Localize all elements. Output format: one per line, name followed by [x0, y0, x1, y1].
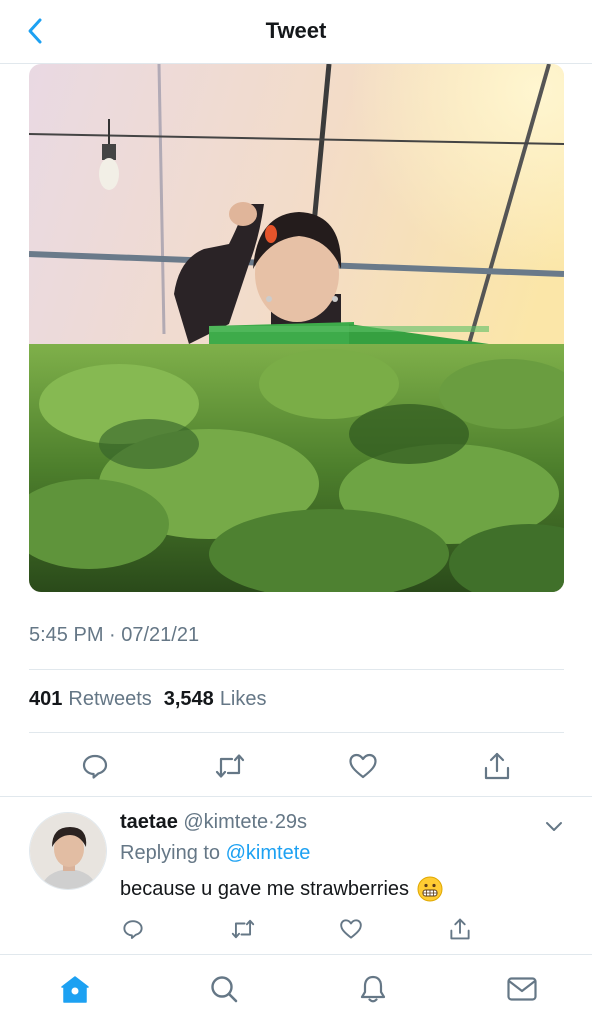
- heart-icon: [349, 753, 377, 779]
- page-title: Tweet: [265, 18, 327, 43]
- tweet-stats: 401 Retweets 3,548 Likes: [29, 688, 273, 711]
- retweets-label[interactable]: Retweets: [68, 688, 151, 711]
- reply-header: taetae @kimtete·29s: [120, 811, 307, 834]
- reply-text: because u gave me strawberries: [120, 877, 410, 900]
- reply-author-name[interactable]: taetae: [120, 811, 178, 833]
- reply-author-handle[interactable]: @kimtete: [183, 811, 268, 833]
- replying-to-mention[interactable]: @kimtete: [226, 842, 311, 864]
- mail-icon: [507, 977, 537, 1001]
- bell-icon: [360, 975, 386, 1003]
- divider: [29, 732, 564, 733]
- retweet-icon: [215, 754, 245, 778]
- retweet-icon: [231, 919, 255, 939]
- search-icon: [211, 976, 238, 1003]
- replying-to-line: Replying to @kimtete: [120, 842, 310, 865]
- reply-like-button[interactable]: [336, 914, 366, 944]
- speech-bubble-icon: [123, 920, 143, 939]
- retweet-button[interactable]: [210, 746, 250, 786]
- reply-reply-button[interactable]: [118, 914, 148, 944]
- tab-home[interactable]: [55, 969, 95, 1009]
- heart-icon: [340, 919, 362, 939]
- speech-bubble-icon: [82, 754, 108, 779]
- tweet-action-bar: [0, 746, 592, 786]
- divider: [29, 669, 564, 670]
- likes-label[interactable]: Likes: [220, 688, 267, 711]
- tab-search[interactable]: [204, 969, 244, 1009]
- reply-tweet[interactable]: taetae @kimtete·29s Replying to @kimtete…: [0, 796, 592, 954]
- likes-count[interactable]: 3,548: [164, 688, 214, 711]
- more-options-button[interactable]: [542, 814, 566, 838]
- top-nav-bar: Tweet: [0, 0, 592, 64]
- reply-action-bar: [0, 914, 592, 944]
- reply-separator: ·: [268, 811, 275, 833]
- tweet-timestamp: 5:45 PM · 07/21/21: [29, 624, 200, 646]
- tweet-media-image[interactable]: [29, 64, 564, 592]
- like-button[interactable]: [343, 746, 383, 786]
- reply-time: 29s: [274, 811, 308, 833]
- reply-button[interactable]: [75, 746, 115, 786]
- home-icon: [61, 976, 89, 1003]
- chevron-down-icon: [546, 822, 562, 831]
- share-icon: [484, 752, 510, 780]
- reply-body: because u gave me strawberries: [120, 876, 443, 902]
- tab-notifications[interactable]: [353, 969, 393, 1009]
- reply-retweet-button[interactable]: [228, 914, 258, 944]
- grimacing-face-emoji: [417, 876, 443, 902]
- bottom-tab-bar: [0, 954, 592, 1024]
- share-button[interactable]: [477, 746, 517, 786]
- share-icon: [450, 918, 470, 940]
- replying-to-prefix: Replying to: [120, 842, 221, 864]
- tab-messages[interactable]: [502, 969, 542, 1009]
- avatar[interactable]: [29, 812, 107, 890]
- retweets-count[interactable]: 401: [29, 688, 62, 711]
- reply-share-button[interactable]: [445, 914, 475, 944]
